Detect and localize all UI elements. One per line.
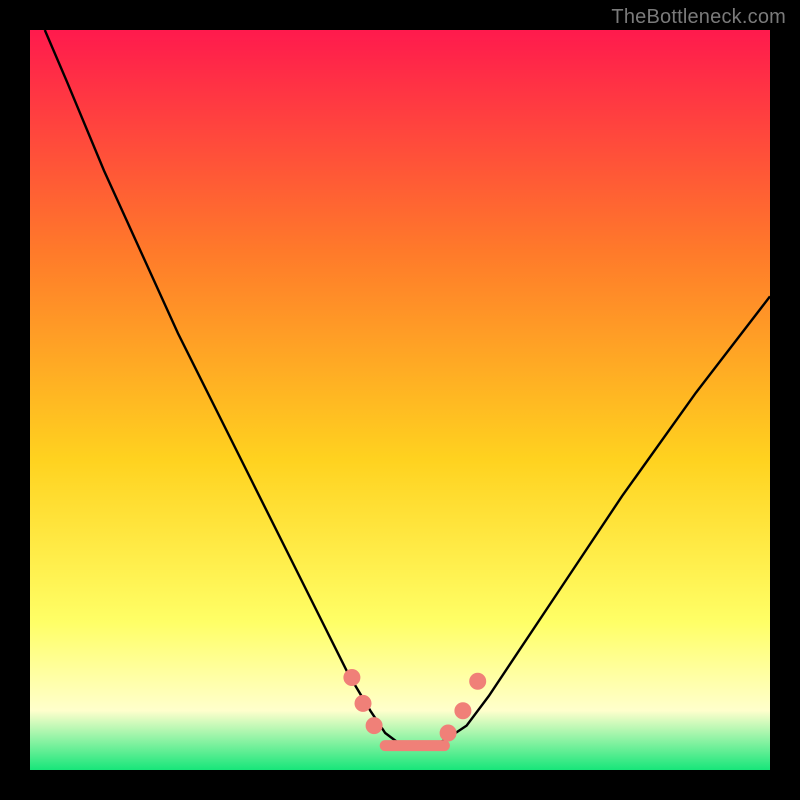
curve-marker (470, 673, 486, 689)
chart-frame: TheBottleneck.com (0, 0, 800, 800)
bottleneck-curve (30, 30, 770, 770)
source-attribution: TheBottleneck.com (611, 6, 786, 29)
curve-marker (366, 718, 382, 734)
curve-marker (440, 725, 456, 741)
plot-area (30, 30, 770, 770)
curve-marker (355, 695, 371, 711)
curve-marker (344, 670, 360, 686)
curve-marker (455, 703, 471, 719)
